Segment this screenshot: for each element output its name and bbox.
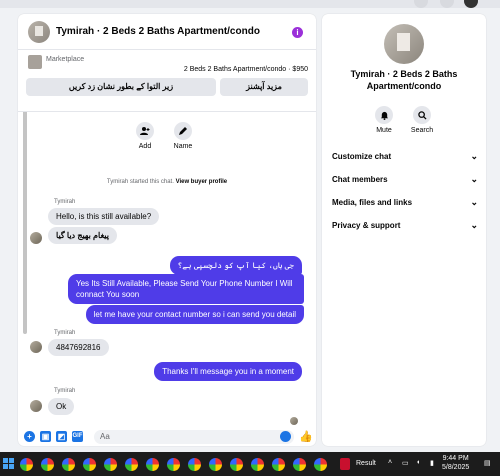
sticker-icon[interactable]: ◩ [56,431,67,442]
chrome-icon[interactable] [272,458,285,471]
started-text: Tymirah started this chat. [106,179,174,185]
message-input[interactable]: Aa [94,430,294,444]
add-label: Add [138,143,152,150]
sender-avatar[interactable] [30,400,42,412]
chrome-icon[interactable] [209,458,222,471]
chrome-icon[interactable] [20,458,33,471]
seen-avatar [290,417,298,425]
clock[interactable]: 9:44 PM 5/8/2025 [442,455,469,473]
more-options-button[interactable]: مزید آپشنز [220,78,308,96]
chrome-icon[interactable] [83,458,96,471]
chat-title[interactable]: Tymirah · 2 Beds 2 Baths Apartment/condo [56,26,260,37]
add-action[interactable]: Add [130,122,160,150]
browser-top-strip [0,0,500,8]
chat-panel: Tymirah · 2 Beds 2 Baths Apartment/condo… [18,14,316,446]
chat-members-row[interactable]: Chat members ⌄ [332,174,478,191]
name-label: Name [173,143,193,150]
chrome-icon[interactable] [251,458,264,471]
image-icon[interactable]: ▣ [40,431,51,442]
info-icon[interactable]: i [292,27,303,38]
incoming-message[interactable]: 4847692816 [48,339,109,356]
clock-time: 9:44 PM [442,455,469,462]
marketplace-label: Marketplace [46,56,85,63]
chat-header: Tymirah · 2 Beds 2 Baths Apartment/condo… [18,14,316,50]
sender-name: Tymirah [54,199,76,205]
outgoing-message[interactable]: Yes Its Still Available, Please Send You… [68,274,304,305]
gif-icon[interactable]: GIF [72,431,83,442]
search-label: Search [410,127,434,134]
plus-icon[interactable]: + [24,431,35,442]
pencil-icon[interactable] [174,122,192,140]
chrome-icon[interactable] [230,458,243,471]
chrome-icon[interactable] [104,458,117,471]
outgoing-message[interactable]: let me have your contact number so i can… [85,305,304,325]
avatar[interactable] [28,21,50,43]
search-action[interactable]: Search [407,106,437,134]
privacy-support-row[interactable]: Privacy & support ⌄ [332,220,478,237]
media-files-links-row[interactable]: Media, files and links ⌄ [332,197,478,214]
add-person-icon[interactable] [136,122,154,140]
info-title: Tymirah · 2 Beds 2 Baths Apartment/condo [322,69,486,92]
row-label: Media, files and links [332,198,413,207]
outgoing-message[interactable]: جی ہاں، کیا آپ کو دلچسپی ہے؟ [169,256,302,276]
chevron-up-icon[interactable]: ˄ [388,459,392,466]
windows-start-icon[interactable] [3,458,15,470]
battery-icon[interactable]: ▮ [430,459,434,467]
mute-action[interactable]: Mute [369,106,399,134]
composer: + ▣ ◩ GIF Aa 👍 [18,430,316,446]
chat-started-notice: Tymirah started this chat. View buyer pr… [18,179,316,185]
view-buyer-profile-link[interactable]: View buyer profile [176,179,228,185]
chat-info-panel: Tymirah · 2 Beds 2 Baths Apartment/condo… [322,14,486,446]
name-action[interactable]: Name [168,122,198,150]
volume-icon[interactable]: ◖ [416,459,420,466]
clock-date: 5/8/2025 [442,463,470,471]
incoming-message[interactable]: پیغام بھیج دیا گیا [48,227,117,244]
chrome-icon[interactable] [146,458,159,471]
profile-icon[interactable] [464,0,478,8]
chevron-down-icon: ⌄ [470,197,478,207]
search-result-text[interactable]: Result [356,460,376,467]
chevron-down-icon: ⌄ [470,220,478,230]
mark-pending-button[interactable]: زیر التوا کے بطور نشان زد کریں [26,78,216,96]
network-icon[interactable]: ▭ [402,459,409,467]
customize-chat-row[interactable]: Customize chat ⌄ [332,151,478,168]
incoming-message[interactable]: Ok [48,398,75,415]
listing-thumbnail[interactable] [28,55,42,69]
info-title-line1: Tymirah · 2 Beds 2 Baths [350,69,458,79]
info-title-line2: Apartment/condo [366,80,442,91]
bell-icon[interactable] [375,106,393,124]
chrome-icon[interactable] [125,458,138,471]
browser-button-icon[interactable] [440,0,454,8]
chrome-icon[interactable] [188,458,201,471]
sender-name: Tymirah [54,388,76,394]
chrome-icon[interactable] [167,458,180,471]
row-label: Privacy & support [332,221,401,230]
mute-label: Mute [376,127,392,134]
notification-icon[interactable]: ▤ [484,459,491,467]
outgoing-message[interactable]: Thanks I'll message you in a moment [154,362,302,382]
incoming-message[interactable]: Hello, is this still available? [48,208,160,225]
sender-name: Tymirah [54,330,76,336]
taskbar: Result ˄ ▭ ◖ ▮ 9:44 PM 5/8/2025 ▤ [0,452,500,476]
marketplace-strip: Marketplace 2 Beds 2 Baths Apartment/con… [18,50,316,112]
chrome-icon[interactable] [293,458,306,471]
emoji-icon[interactable] [280,431,291,442]
row-label: Chat members [332,175,388,184]
row-label: Customize chat [332,152,392,161]
browser-button-icon[interactable] [414,0,428,8]
listing-title[interactable]: 2 Beds 2 Baths Apartment/condo · $950 [184,66,308,73]
sender-avatar[interactable] [30,341,42,353]
nba-icon [340,458,350,470]
sender-avatar[interactable] [30,232,42,244]
avatar[interactable] [384,24,424,64]
chrome-icon[interactable] [62,458,75,471]
search-icon[interactable] [413,106,431,124]
chrome-icon[interactable] [314,458,327,471]
chevron-down-icon: ⌄ [470,174,478,184]
chrome-icon[interactable] [41,458,54,471]
like-icon[interactable]: 👍 [299,430,313,443]
chevron-down-icon: ⌄ [470,151,478,161]
